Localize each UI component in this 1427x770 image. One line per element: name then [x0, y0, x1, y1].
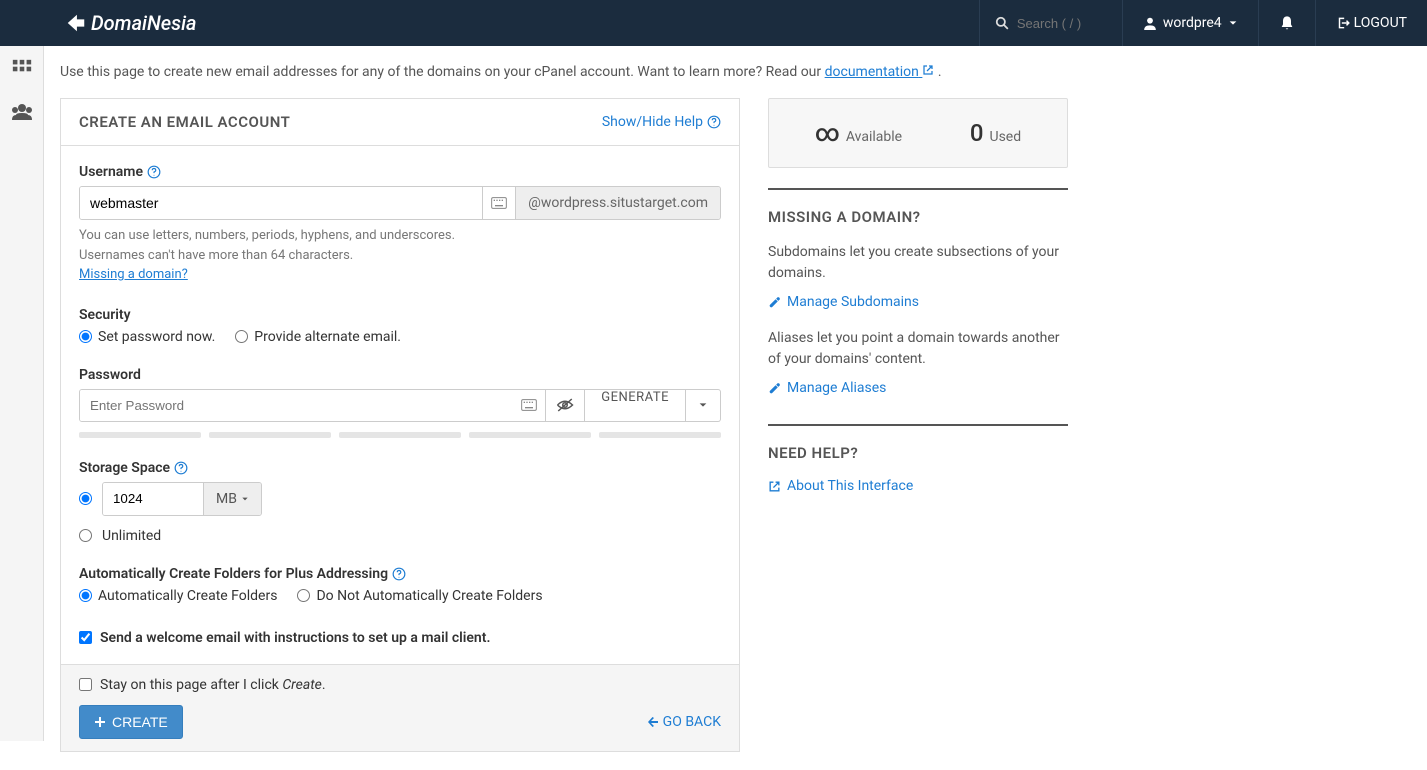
- radio-label: Automatically Create Folders: [98, 588, 277, 604]
- storage-label: Storage Space: [79, 460, 721, 476]
- manage-subdomains-link[interactable]: Manage Subdomains: [768, 294, 1068, 310]
- keyboard-icon[interactable]: [482, 187, 515, 219]
- users-button[interactable]: [10, 102, 34, 126]
- user-icon: [1143, 16, 1157, 30]
- toggle-visibility-button[interactable]: [546, 389, 585, 422]
- password-label: Password: [79, 367, 721, 383]
- logo[interactable]: DomaiNesia: [0, 11, 217, 35]
- about-interface-link[interactable]: About This Interface: [768, 478, 1068, 494]
- storage-custom-radio[interactable]: [79, 492, 92, 505]
- goback-label: GO BACK: [663, 714, 721, 730]
- notifications-button[interactable]: [1258, 0, 1315, 46]
- storage-unit-dropdown[interactable]: MB: [203, 483, 261, 515]
- logout-button[interactable]: LOGOUT: [1315, 0, 1427, 46]
- auto-create-radio[interactable]: Automatically Create Folders: [79, 588, 277, 604]
- help-icon: [707, 115, 721, 129]
- missing-title: MISSING A DOMAIN?: [768, 208, 1068, 226]
- help-icon[interactable]: [147, 165, 161, 179]
- apps-button[interactable]: [11, 58, 33, 84]
- welcome-label: Send a welcome email with instructions t…: [100, 630, 490, 646]
- users-icon: [10, 102, 34, 122]
- link-label: Manage Aliases: [787, 380, 886, 396]
- missing-domain-section: MISSING A DOMAIN? Subdomains let you cre…: [768, 188, 1068, 396]
- keyboard-icon[interactable]: [513, 390, 545, 421]
- welcome-email-checkbox[interactable]: [79, 631, 92, 644]
- caret-down-icon: [241, 495, 249, 503]
- username-label: Username: [79, 164, 721, 180]
- radio-label: Set password now.: [98, 329, 215, 345]
- no-auto-create-radio[interactable]: Do Not Automatically Create Folders: [297, 588, 542, 604]
- password-input[interactable]: [80, 390, 513, 421]
- plus-addressing-label: Automatically Create Folders for Plus Ad…: [79, 566, 721, 582]
- brand-text: DomaiNesia: [91, 11, 197, 35]
- alternate-email-radio[interactable]: Provide alternate email.: [235, 329, 401, 345]
- available-stat: ∞ Available: [815, 119, 902, 147]
- external-link-icon: [768, 480, 781, 493]
- password-strength: [79, 432, 721, 438]
- chevron-down-icon: [698, 400, 708, 410]
- username-label: wordpre4: [1163, 15, 1222, 31]
- generate-button[interactable]: GENERATE: [585, 389, 686, 422]
- documentation-link[interactable]: documentation: [825, 64, 935, 80]
- main-content: Use this page to create new email addres…: [44, 46, 1427, 770]
- unit-label: MB: [216, 491, 237, 507]
- help-toggle-label: Show/Hide Help: [602, 114, 703, 130]
- username-hint: You can use letters, numbers, periods, h…: [79, 226, 721, 285]
- logout-icon: [1336, 16, 1350, 30]
- go-back-link[interactable]: GO BACK: [647, 714, 721, 730]
- wrench-icon: [768, 382, 781, 395]
- help-icon[interactable]: [392, 567, 406, 581]
- header-search[interactable]: [979, 0, 1122, 46]
- show-hide-help-link[interactable]: Show/Hide Help: [602, 114, 721, 130]
- storage-unlimited-radio[interactable]: [79, 529, 92, 542]
- external-link-icon: [922, 64, 934, 76]
- storage-input[interactable]: [103, 483, 203, 515]
- bell-icon: [1279, 15, 1295, 31]
- stay-label: Stay on this page after I click Create.: [100, 677, 326, 693]
- search-icon: [995, 16, 1009, 30]
- top-header: DomaiNesia wordpre4 LOGOUT: [0, 0, 1427, 46]
- search-input[interactable]: [1017, 16, 1107, 31]
- alias-text: Aliases let you point a domain towards a…: [768, 328, 1068, 370]
- domain-addon: @wordpress.situstarget.com: [515, 187, 720, 219]
- set-password-radio[interactable]: Set password now.: [79, 329, 215, 345]
- stats-box: ∞ Available 0 Used: [768, 98, 1068, 168]
- help-title: NEED HELP?: [768, 444, 1068, 462]
- username-input[interactable]: [80, 187, 482, 219]
- subdomain-text: Subdomains let you create subsections of…: [768, 242, 1068, 284]
- panel-title: CREATE AN EMAIL ACCOUNT: [79, 113, 290, 131]
- create-label: CREATE: [112, 714, 168, 730]
- grid-icon: [11, 58, 33, 80]
- create-email-panel: CREATE AN EMAIL ACCOUNT Show/Hide Help U…: [60, 98, 740, 752]
- logout-label: LOGOUT: [1354, 15, 1407, 31]
- missing-domain-link[interactable]: Missing a domain?: [79, 267, 188, 282]
- generate-dropdown[interactable]: [686, 389, 721, 422]
- link-label: Manage Subdomains: [787, 294, 919, 310]
- need-help-section: NEED HELP? About This Interface: [768, 424, 1068, 494]
- link-label: About This Interface: [787, 478, 913, 494]
- create-button[interactable]: CREATE: [79, 705, 183, 739]
- username-input-group: @wordpress.situstarget.com: [79, 186, 721, 220]
- intro-text: Use this page to create new email addres…: [60, 64, 1411, 80]
- used-stat: 0 Used: [970, 119, 1021, 147]
- radio-label: Do Not Automatically Create Folders: [316, 588, 542, 604]
- plus-icon: [94, 716, 106, 728]
- wrench-icon: [768, 296, 781, 309]
- user-menu[interactable]: wordpre4: [1122, 0, 1258, 46]
- arrow-left-icon: [647, 716, 659, 728]
- security-label: Security: [79, 307, 721, 323]
- radio-label: Provide alternate email.: [254, 329, 401, 345]
- eye-off-icon: [556, 397, 574, 413]
- unlimited-label: Unlimited: [102, 528, 161, 544]
- manage-aliases-link[interactable]: Manage Aliases: [768, 380, 1068, 396]
- left-sidebar: [0, 46, 44, 741]
- help-icon[interactable]: [174, 461, 188, 475]
- stay-on-page-checkbox[interactable]: [79, 678, 92, 691]
- chevron-down-icon: [1228, 18, 1238, 28]
